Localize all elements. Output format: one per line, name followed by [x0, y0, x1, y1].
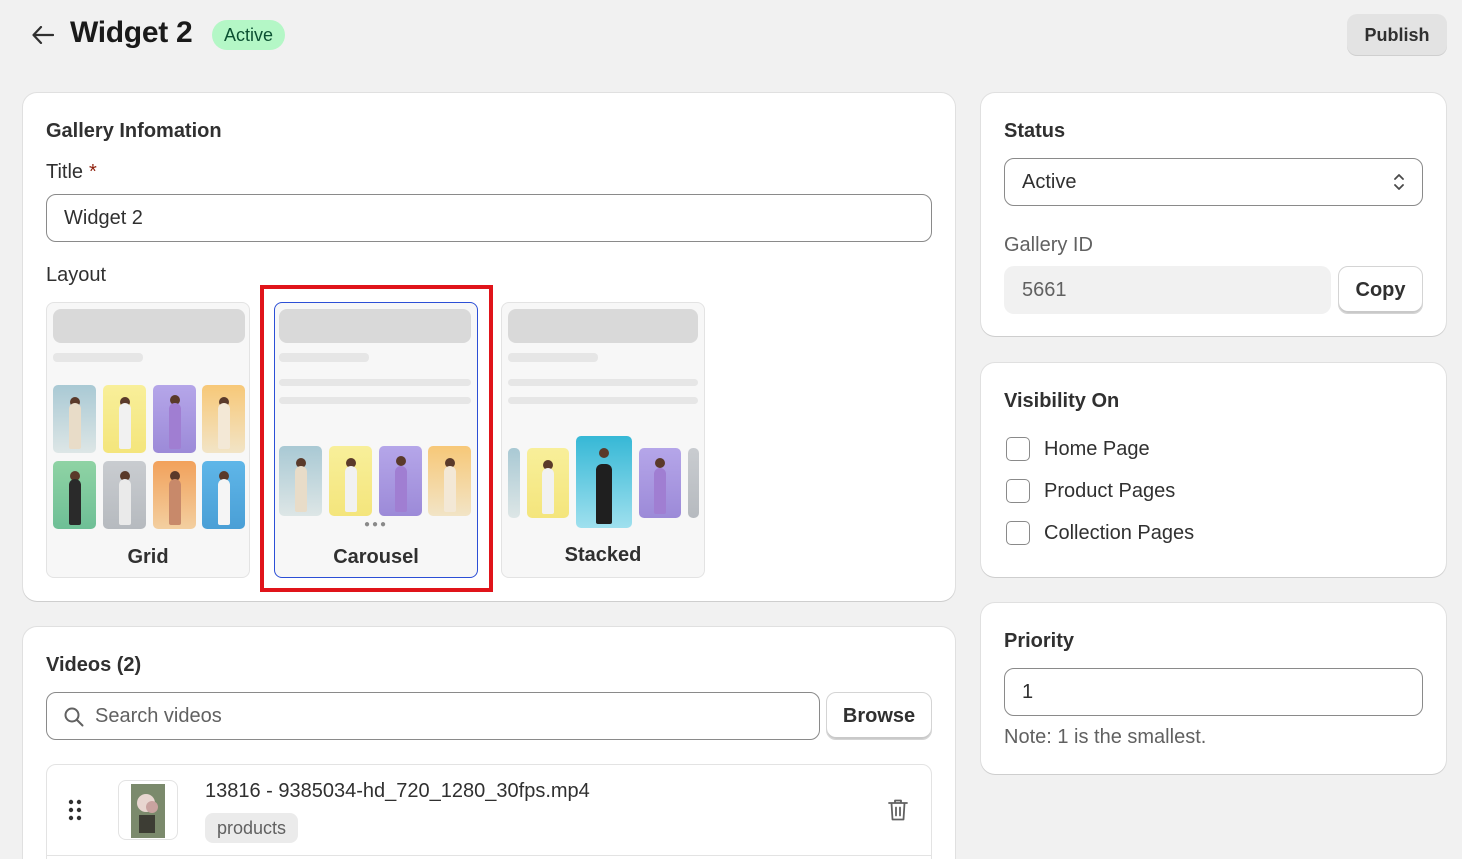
gallery-info-title: Gallery Infomation — [46, 120, 222, 142]
stacked-thumb — [508, 448, 520, 518]
skeleton-line — [508, 379, 698, 386]
grid-thumb — [153, 385, 196, 453]
visibility-title: Visibility On — [1004, 390, 1120, 412]
browse-button[interactable]: Browse — [826, 692, 932, 740]
stacked-thumb — [527, 448, 569, 518]
search-placeholder: Search videos — [95, 705, 222, 727]
videos-title: Videos (2) — [46, 654, 142, 676]
selection-highlight — [260, 285, 493, 592]
publish-button[interactable]: Publish — [1347, 14, 1447, 56]
status-badge: Active — [212, 20, 286, 50]
visibility-option-collection[interactable]: Collection Pages — [1006, 520, 1194, 546]
skeleton-line — [508, 397, 698, 404]
status-select-value: Active — [1022, 171, 1077, 193]
required-mark: * — [89, 161, 97, 183]
back-button[interactable] — [28, 20, 58, 50]
stacked-thumb-featured — [576, 436, 632, 528]
visibility-option-home[interactable]: Home Page — [1006, 436, 1150, 462]
priority-input[interactable]: 1 — [1004, 668, 1423, 716]
layout-label: Layout — [46, 264, 107, 286]
priority-note: Note: 1 is the smallest. — [1004, 726, 1207, 748]
gallery-id-label: Gallery ID — [1004, 234, 1093, 256]
title-label: Title * — [46, 161, 97, 184]
grid-thumb — [53, 385, 96, 453]
arrow-left-icon — [32, 26, 54, 44]
skeleton-header — [508, 309, 698, 343]
stacked-thumb — [639, 448, 681, 518]
title-input[interactable]: Widget 2 — [46, 194, 932, 242]
grid-thumb — [202, 385, 245, 453]
page-header: Widget 2 Active Publish — [0, 0, 1462, 70]
grid-thumb — [202, 461, 245, 529]
copy-button[interactable]: Copy — [1338, 266, 1423, 314]
checkbox[interactable] — [1006, 437, 1030, 461]
video-list: 13816 - 9385034-hd_720_1280_30fps.mp4 pr… — [46, 764, 932, 859]
grid-thumb — [103, 461, 146, 529]
checkbox-label: Collection Pages — [1044, 521, 1195, 544]
skeleton-line — [53, 353, 143, 362]
status-title: Status — [1004, 120, 1066, 142]
visibility-option-product[interactable]: Product Pages — [1006, 478, 1175, 504]
layout-option-label: Grid — [127, 546, 169, 568]
gallery-id-field: 5661 — [1004, 266, 1331, 314]
checkbox-label: Product Pages — [1044, 479, 1176, 502]
skeleton-header — [53, 309, 245, 343]
page-title: Widget 2 — [70, 16, 193, 49]
select-caret-icon — [1394, 174, 1404, 190]
trash-icon[interactable] — [887, 798, 909, 822]
checkbox-label: Home Page — [1044, 437, 1150, 460]
priority-title: Priority — [1004, 630, 1075, 652]
video-filename: 13816 - 9385034-hd_720_1280_30fps.mp4 — [205, 780, 590, 802]
drag-handle-icon[interactable] — [67, 799, 83, 821]
grid-thumb — [103, 385, 146, 453]
row-divider — [47, 855, 931, 856]
video-thumbnail — [118, 780, 178, 840]
status-select[interactable]: Active — [1004, 158, 1423, 206]
title-label-text: Title — [46, 161, 84, 183]
layout-option-grid[interactable]: Grid — [46, 302, 250, 578]
checkbox[interactable] — [1006, 521, 1030, 545]
grid-thumb — [153, 461, 196, 529]
search-icon — [64, 707, 84, 727]
video-search-input[interactable]: Search videos — [46, 692, 820, 740]
skeleton-line — [508, 353, 598, 362]
stacked-thumb — [688, 448, 699, 518]
layout-option-label: Stacked — [564, 544, 642, 566]
video-tag: products — [205, 813, 299, 843]
checkbox[interactable] — [1006, 479, 1030, 503]
layout-option-stacked[interactable]: Stacked — [501, 302, 705, 578]
grid-thumb — [53, 461, 96, 529]
